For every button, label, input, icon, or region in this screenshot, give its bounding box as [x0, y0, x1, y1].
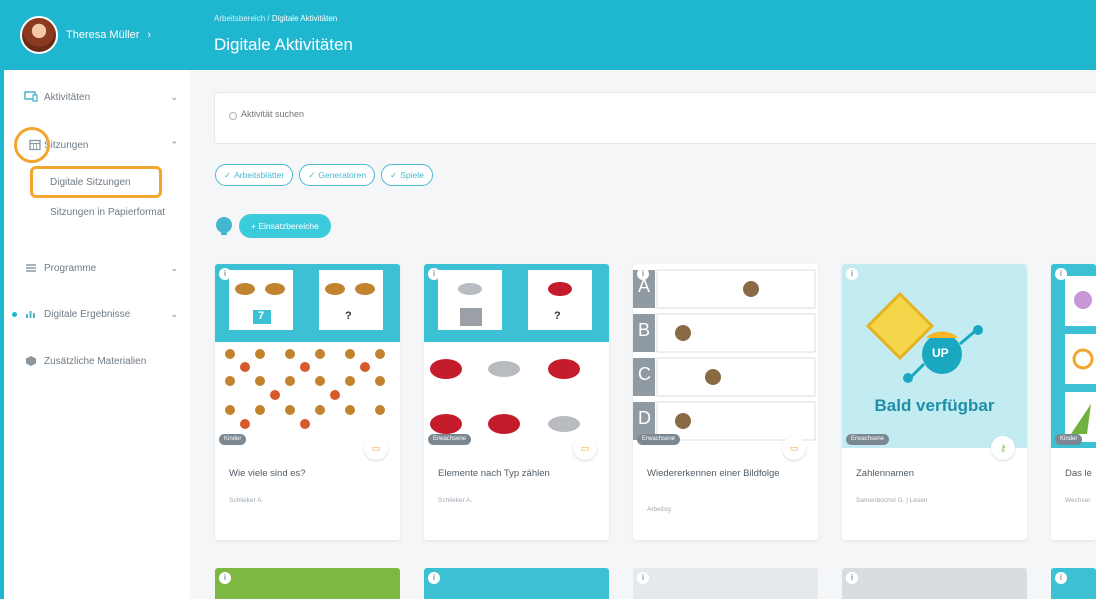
letter-label: B — [638, 320, 651, 340]
search-box — [214, 92, 1096, 144]
sidebar-item-label: Sitzungen — [44, 139, 89, 151]
card-image — [1051, 264, 1096, 448]
question-label: ? — [345, 310, 352, 322]
notification-dot — [12, 311, 17, 317]
info-icon[interactable]: i — [846, 572, 858, 584]
avatar — [20, 16, 58, 54]
breadcrumb-root[interactable]: Arbeitsbereich — [214, 14, 265, 23]
sidebar-item-programme[interactable]: Programme ⌄ — [4, 253, 190, 283]
page-title: Digitale Aktivitäten — [214, 35, 353, 54]
card-author: Arbeitsg — [647, 506, 671, 513]
monitor-icon — [24, 90, 38, 104]
info-icon[interactable]: i — [846, 268, 858, 280]
info-icon[interactable]: i — [637, 268, 649, 280]
chevron-down-icon: ⌄ — [170, 308, 178, 319]
activity-card[interactable]: i — [1051, 568, 1096, 599]
list-icon — [24, 261, 38, 275]
chip-generatoren[interactable]: ✓ Generatoren — [299, 164, 376, 186]
info-icon[interactable]: i — [219, 268, 231, 280]
activity-card[interactable]: A B C D i Erwachsene ▭ Wiedererkennen ei… — [633, 264, 818, 540]
sidebar-item-label: Aktivitäten — [44, 91, 91, 103]
check-icon: ✓ — [224, 169, 232, 180]
audience-badge: Kinder — [219, 434, 247, 445]
info-icon[interactable]: i — [637, 572, 649, 584]
card-author: Wechsel — [1065, 497, 1090, 504]
activity-card[interactable]: i — [842, 568, 1027, 599]
card-image — [633, 264, 818, 448]
check-icon: ✓ — [390, 169, 398, 180]
audience-badge: Kinder — [1055, 434, 1083, 445]
key-icon[interactable]: ⚷ — [991, 436, 1015, 460]
letter-label: D — [638, 408, 651, 428]
chip-label: Generatoren — [318, 170, 367, 180]
card-author: Schlieker A. — [438, 497, 473, 504]
card-author: Schlieker A. — [229, 497, 264, 504]
chip-spiele[interactable]: ✓ Spiele — [381, 164, 433, 186]
chevron-up-icon: ⌃ — [170, 139, 178, 150]
check-icon: ✓ — [308, 169, 316, 180]
info-icon[interactable]: i — [1055, 268, 1067, 280]
filter-chips: ✓ Arbeitsblätter ✓ Generatoren ✓ Spiele — [215, 164, 433, 186]
activity-card[interactable]: UP Bald verfügbar i Erwachsene ⚷ Zahlenn… — [842, 264, 1027, 540]
chip-label: Arbeitsblätter — [234, 170, 285, 180]
activity-card[interactable]: i — [215, 568, 400, 599]
card-title: Das le — [1065, 468, 1092, 479]
einsatzbereiche-button[interactable]: + Einsatzbereiche — [239, 214, 331, 238]
question-label: ? — [554, 310, 561, 322]
calendar-icon[interactable]: ▭ — [573, 436, 597, 460]
breadcrumb: Arbeitsbereich / Digitale Aktivitäten — [214, 14, 337, 23]
card-title: Zahlennamen — [856, 468, 915, 479]
bar-chart-icon — [24, 307, 38, 321]
sidebar-item-aktivitaeten[interactable]: Aktivitäten ⌄ — [4, 82, 190, 112]
lightbulb-icon — [216, 217, 232, 235]
count-label: 7 — [258, 310, 265, 322]
highlight-box — [30, 166, 162, 198]
chevron-down-icon: ⌄ — [170, 262, 178, 273]
breadcrumb-separator: / — [267, 14, 270, 23]
sidebar-item-label: Digitale Ergebnisse — [44, 308, 131, 320]
sidebar-subitem-sitzungen-papier[interactable]: Sitzungen in Papierformat — [50, 207, 165, 218]
audience-badge: Erwachsene — [428, 434, 472, 445]
chip-label: Spiele — [400, 170, 424, 180]
search-input[interactable] — [241, 109, 541, 119]
user-name: Theresa Müller — [66, 29, 140, 41]
chevron-down-icon: ⌄ — [170, 91, 178, 102]
calendar-icon[interactable]: ▭ — [782, 436, 806, 460]
breadcrumb-current: Digitale Aktivitäten — [271, 14, 338, 23]
letter-label: C — [638, 364, 651, 384]
info-icon[interactable]: i — [428, 572, 440, 584]
audience-badge: Erwachsene — [846, 434, 890, 445]
card-author: Samenbochst G. | Lesen — [856, 497, 928, 504]
header: Arbeitsbereich / Digitale Aktivitäten Di… — [190, 0, 1096, 70]
info-icon[interactable]: i — [219, 572, 231, 584]
box-icon — [24, 354, 38, 368]
card-title: Wiedererkennen einer Bildfolge — [647, 468, 780, 479]
sidebar: Theresa Müller › Aktivitäten ⌄ Sitzungen… — [0, 0, 190, 599]
activity-card[interactable]: ? i Erwachsene ▭ Elemente nach Typ zähle… — [424, 264, 609, 540]
activity-card[interactable]: i — [424, 568, 609, 599]
sidebar-item-label: Programme — [44, 262, 97, 274]
coming-soon-overlay: Bald verfügbar — [874, 396, 995, 415]
calendar-icon[interactable]: ▭ — [364, 436, 388, 460]
sidebar-item-digitale-ergebnisse[interactable]: Digitale Ergebnisse ⌄ — [4, 299, 190, 329]
user-menu[interactable]: Theresa Müller › — [4, 0, 190, 70]
card-title: Elemente nach Typ zählen — [438, 468, 550, 479]
info-icon[interactable]: i — [1055, 572, 1067, 584]
info-icon[interactable]: i — [428, 268, 440, 280]
activity-card[interactable]: i — [633, 568, 818, 599]
search-icon — [229, 112, 237, 120]
sidebar-item-zusaetzliche-materialien[interactable]: Zusätzliche Materialien — [4, 346, 190, 376]
highlight-circle — [14, 127, 50, 163]
audience-badge: Erwachsene — [637, 434, 681, 445]
activity-card[interactable]: i Kinder Das le Wechsel — [1051, 264, 1096, 540]
sidebar-item-label: Zusätzliche Materialien — [44, 355, 147, 367]
card-title: Wie viele sind es? — [229, 468, 306, 479]
chevron-right-icon: › — [147, 29, 152, 41]
card-image — [424, 264, 609, 448]
activity-card[interactable]: 7 ? i Kinder ▭ Wie viele sind es? Schlie… — [215, 264, 400, 540]
chip-arbeitsblaetter[interactable]: ✓ Arbeitsblätter — [215, 164, 294, 186]
up-logo: UP — [932, 346, 949, 360]
card-image — [215, 264, 400, 448]
